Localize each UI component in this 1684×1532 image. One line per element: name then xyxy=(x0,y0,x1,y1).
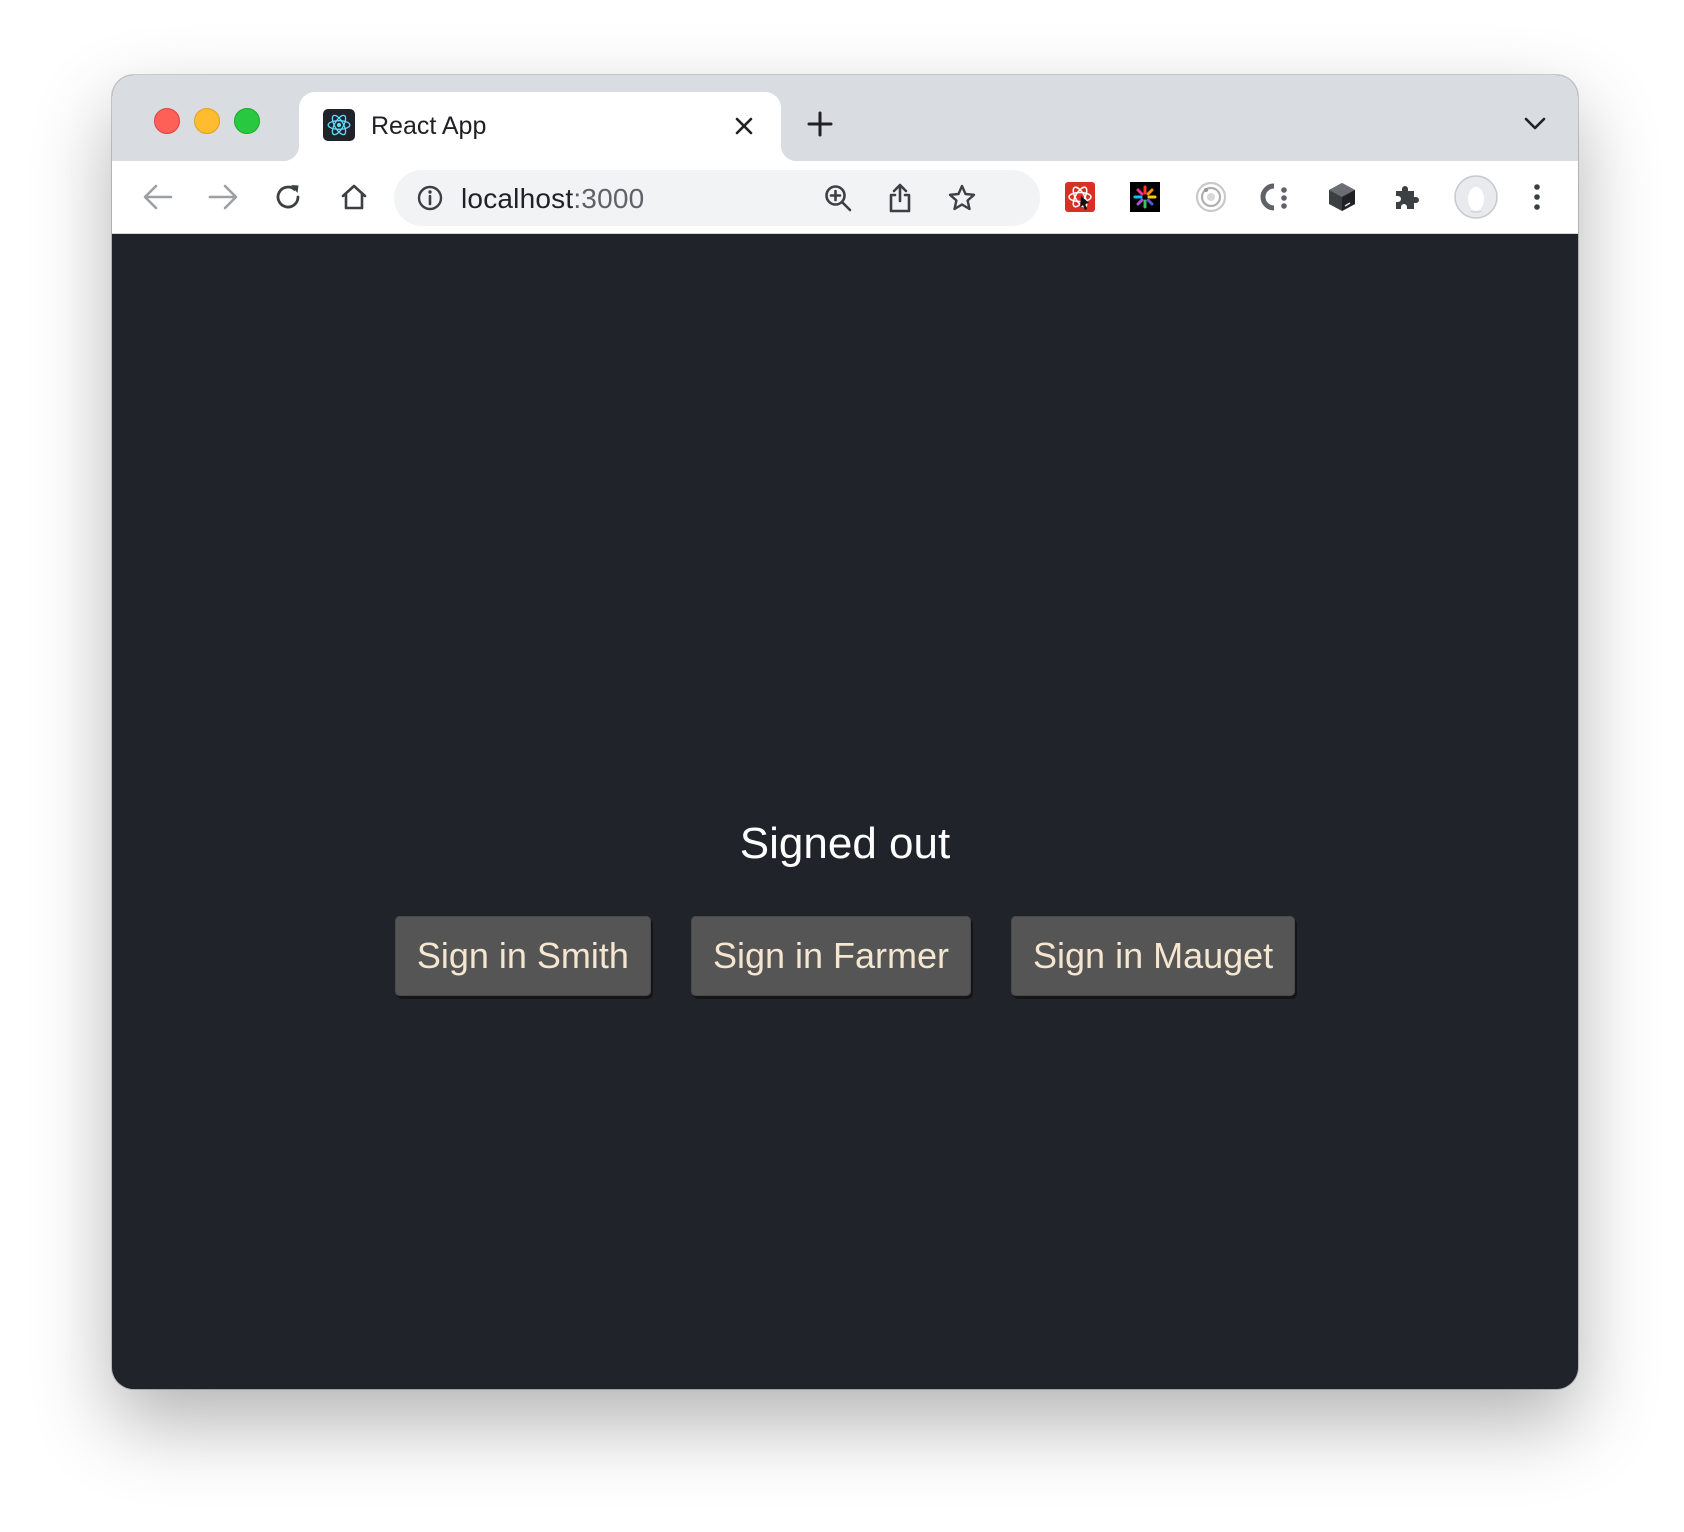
zoom-in-icon[interactable] xyxy=(822,182,854,214)
browser-window: React App localhost:3000 Signed out Sign… xyxy=(112,75,1578,1389)
zoom-window-button[interactable] xyxy=(234,108,260,134)
reload-icon[interactable] xyxy=(270,179,306,215)
extension-target-icon[interactable] xyxy=(1193,179,1229,215)
puzzle-icon[interactable] xyxy=(1389,179,1425,215)
home-icon[interactable] xyxy=(336,179,372,215)
star-icon[interactable] xyxy=(946,182,978,214)
kebab-menu-icon[interactable] xyxy=(1519,179,1555,215)
arrow-left-icon[interactable] xyxy=(140,179,176,215)
tab-strip: React App xyxy=(112,75,1578,161)
chevron-down-icon[interactable] xyxy=(1522,113,1548,135)
extension-color-picker-icon[interactable] xyxy=(1127,179,1163,215)
avatar[interactable] xyxy=(1454,175,1498,219)
url-host: localhost xyxy=(461,183,574,214)
new-tab-button[interactable] xyxy=(805,109,835,139)
extension-cube-icon[interactable] xyxy=(1324,179,1360,215)
close-window-button[interactable] xyxy=(154,108,180,134)
sign-in-button-row: Sign in Smith Sign in Farmer Sign in Mau… xyxy=(112,916,1578,996)
address-url: localhost:3000 xyxy=(461,183,644,215)
site-info-icon[interactable] xyxy=(416,184,444,212)
browser-toolbar: localhost:3000 xyxy=(112,161,1578,234)
sign-in-farmer-button[interactable]: Sign in Farmer xyxy=(690,916,972,996)
extension-react-devtools-icon[interactable] xyxy=(1062,179,1098,215)
minimize-window-button[interactable] xyxy=(194,108,220,134)
tab-title: React App xyxy=(371,112,487,140)
extension-ci-icon[interactable] xyxy=(1259,179,1295,215)
url-port: :3000 xyxy=(573,183,645,214)
auth-status: Signed out xyxy=(739,819,951,868)
sign-in-mauget-button[interactable]: Sign in Mauget xyxy=(1011,916,1296,996)
close-tab-icon[interactable] xyxy=(730,112,758,140)
address-bar[interactable]: localhost:3000 xyxy=(394,170,1040,226)
page-content: Signed out Sign in Smith Sign in Farmer … xyxy=(112,234,1578,1389)
react-logo-icon xyxy=(323,109,355,141)
sign-in-smith-button[interactable]: Sign in Smith xyxy=(394,916,651,996)
share-icon[interactable] xyxy=(884,182,916,214)
tab-react-app[interactable]: React App xyxy=(283,92,797,161)
arrow-right-icon[interactable] xyxy=(205,179,241,215)
